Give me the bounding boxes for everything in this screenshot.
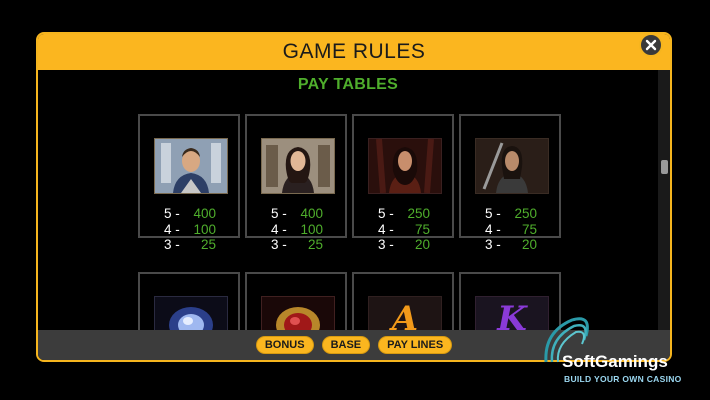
warrior-woman-symbol-icon: [368, 138, 442, 194]
paytable-card-blue-gem: [138, 272, 240, 330]
scrollbar-thumb[interactable]: [661, 160, 668, 174]
payout-row: 5 -400: [271, 206, 323, 221]
red-gem-symbol-icon: [261, 296, 335, 330]
payout-list: 5 -250 4 -75 3 -20: [485, 206, 537, 253]
payout-row: 5 -400: [164, 206, 216, 221]
knight-symbol-icon: [154, 138, 228, 194]
modal-header: GAME RULES: [38, 34, 670, 70]
paytable-card-red-gem: [245, 272, 347, 330]
section-title: PAY TABLES: [297, 76, 399, 93]
payout-row: 4 -100: [271, 221, 323, 237]
paytable-card-letter-a: A: [352, 272, 454, 330]
bonus-button[interactable]: BONUS: [256, 337, 313, 353]
payout-row: 3 -25: [271, 237, 323, 252]
pay-lines-button[interactable]: PAY LINES: [379, 337, 452, 353]
lady-symbol-icon: [261, 138, 335, 194]
paytable-card-warrior-woman: 5 -250 4 -75 3 -20: [352, 114, 454, 252]
payout-row: 3 -20: [378, 237, 430, 252]
modal-title: GAME RULES: [282, 40, 426, 63]
base-button[interactable]: BASE: [322, 337, 370, 353]
letter-k-symbol-icon: K: [475, 296, 549, 330]
warrior-man-symbol-icon: [475, 138, 549, 194]
payout-row: 4 -75: [485, 221, 537, 237]
close-icon: [645, 39, 657, 51]
payout-row: 5 -250: [378, 206, 430, 221]
paytable-card-knight: 5 -400 4 -100 3 -25: [138, 114, 240, 252]
letter-a-glyph: A: [391, 299, 419, 330]
payout-row: 5 -250: [485, 206, 537, 221]
rules-content: PAY TABLES 5 -400 4 - 100 3 - 25 5 - 400…: [38, 70, 670, 330]
payout-row: 3 -25: [164, 237, 216, 252]
payout-row: 4 -75: [378, 221, 430, 237]
payout-list: 5 -400 4 -100 3 -25: [164, 206, 216, 253]
logo-name: SoftGamings: [562, 352, 668, 371]
paytable-card-lady: 5 -400 4 -100 3 -25: [245, 114, 347, 252]
close-button[interactable]: [639, 33, 663, 57]
paytable-card-warrior-man: 5 -250 4 -75 3 -20: [459, 114, 561, 252]
scrollbar[interactable]: [658, 70, 670, 330]
blue-gem-symbol-icon: [154, 296, 228, 330]
softgamings-logo: SoftGamings BUILD YOUR OWN CASINO: [542, 312, 698, 392]
payout-row: 4 -100: [164, 221, 216, 237]
payout-list: 5 -250 4 -75 3 -20: [378, 206, 430, 253]
payout-list: 5 -400 4 -100 3 -25: [271, 206, 323, 253]
letter-k-glyph: K: [497, 299, 527, 330]
letter-a-symbol-icon: A: [368, 296, 442, 330]
logo-tagline: BUILD YOUR OWN CASINO: [564, 374, 682, 384]
payout-row: 3 -20: [485, 237, 537, 252]
